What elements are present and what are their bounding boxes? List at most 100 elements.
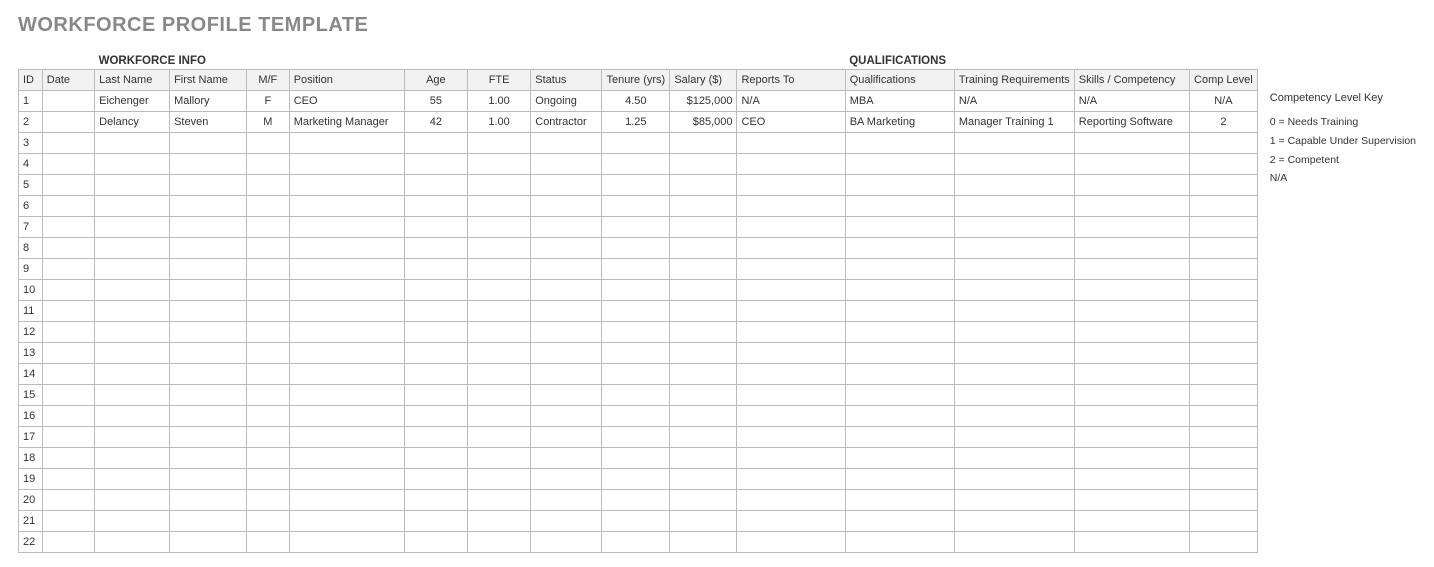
cell-first[interactable] — [170, 468, 247, 489]
cell-qual[interactable] — [845, 321, 954, 342]
cell-id[interactable]: 9 — [19, 258, 43, 279]
cell-age[interactable] — [404, 195, 467, 216]
cell-first[interactable] — [170, 279, 247, 300]
cell-age[interactable] — [404, 447, 467, 468]
cell-train[interactable] — [954, 405, 1074, 426]
cell-last[interactable] — [95, 510, 170, 531]
cell-train[interactable]: N/A — [954, 90, 1074, 111]
cell-fte[interactable] — [467, 426, 530, 447]
cell-last[interactable] — [95, 216, 170, 237]
cell-reports[interactable] — [737, 174, 845, 195]
cell-id[interactable]: 4 — [19, 153, 43, 174]
cell-comp[interactable] — [1189, 279, 1257, 300]
cell-first[interactable] — [170, 258, 247, 279]
cell-last[interactable] — [95, 321, 170, 342]
cell-last[interactable]: Delancy — [95, 111, 170, 132]
cell-salary[interactable] — [670, 237, 737, 258]
cell-train[interactable] — [954, 468, 1074, 489]
cell-salary[interactable] — [670, 195, 737, 216]
cell-last[interactable] — [95, 279, 170, 300]
cell-comp[interactable] — [1189, 132, 1257, 153]
cell-salary[interactable] — [670, 132, 737, 153]
cell-status[interactable] — [531, 300, 602, 321]
cell-qual[interactable] — [845, 300, 954, 321]
cell-status[interactable] — [531, 153, 602, 174]
cell-first[interactable] — [170, 384, 247, 405]
cell-salary[interactable] — [670, 510, 737, 531]
cell-skills[interactable] — [1074, 153, 1189, 174]
cell-reports[interactable]: CEO — [737, 111, 845, 132]
cell-comp[interactable] — [1189, 405, 1257, 426]
cell-age[interactable] — [404, 405, 467, 426]
cell-first[interactable]: Steven — [170, 111, 247, 132]
cell-id[interactable]: 14 — [19, 363, 43, 384]
cell-date[interactable] — [42, 468, 94, 489]
cell-mf[interactable] — [246, 447, 289, 468]
cell-tenure[interactable] — [602, 468, 670, 489]
cell-fte[interactable] — [467, 510, 530, 531]
cell-skills[interactable] — [1074, 405, 1189, 426]
cell-fte[interactable] — [467, 153, 530, 174]
cell-train[interactable]: Manager Training 1 — [954, 111, 1074, 132]
cell-first[interactable] — [170, 531, 247, 552]
cell-mf[interactable] — [246, 426, 289, 447]
cell-qual[interactable] — [845, 258, 954, 279]
cell-qual[interactable] — [845, 531, 954, 552]
cell-salary[interactable] — [670, 489, 737, 510]
cell-salary[interactable] — [670, 321, 737, 342]
cell-train[interactable] — [954, 153, 1074, 174]
cell-reports[interactable] — [737, 468, 845, 489]
cell-skills[interactable] — [1074, 363, 1189, 384]
cell-status[interactable]: Contractor — [531, 111, 602, 132]
cell-train[interactable] — [954, 489, 1074, 510]
cell-id[interactable]: 10 — [19, 279, 43, 300]
cell-comp[interactable] — [1189, 384, 1257, 405]
cell-status[interactable] — [531, 426, 602, 447]
cell-train[interactable] — [954, 216, 1074, 237]
cell-fte[interactable] — [467, 174, 530, 195]
cell-train[interactable] — [954, 132, 1074, 153]
cell-skills[interactable] — [1074, 489, 1189, 510]
cell-id[interactable]: 15 — [19, 384, 43, 405]
cell-salary[interactable] — [670, 531, 737, 552]
cell-comp[interactable] — [1189, 153, 1257, 174]
cell-skills[interactable] — [1074, 237, 1189, 258]
cell-date[interactable] — [42, 384, 94, 405]
cell-tenure[interactable] — [602, 489, 670, 510]
cell-salary[interactable] — [670, 447, 737, 468]
cell-comp[interactable] — [1189, 237, 1257, 258]
cell-reports[interactable] — [737, 132, 845, 153]
cell-comp[interactable] — [1189, 531, 1257, 552]
cell-skills[interactable] — [1074, 468, 1189, 489]
cell-age[interactable]: 55 — [404, 90, 467, 111]
cell-tenure[interactable] — [602, 384, 670, 405]
cell-reports[interactable] — [737, 510, 845, 531]
cell-age[interactable] — [404, 300, 467, 321]
cell-train[interactable] — [954, 174, 1074, 195]
cell-tenure[interactable] — [602, 237, 670, 258]
cell-qual[interactable] — [845, 195, 954, 216]
cell-pos[interactable] — [289, 363, 404, 384]
cell-date[interactable] — [42, 153, 94, 174]
cell-date[interactable] — [42, 426, 94, 447]
cell-mf[interactable] — [246, 237, 289, 258]
cell-comp[interactable] — [1189, 426, 1257, 447]
cell-first[interactable] — [170, 153, 247, 174]
cell-train[interactable] — [954, 510, 1074, 531]
cell-last[interactable] — [95, 405, 170, 426]
cell-last[interactable] — [95, 195, 170, 216]
cell-reports[interactable] — [737, 489, 845, 510]
cell-qual[interactable]: BA Marketing — [845, 111, 954, 132]
cell-pos[interactable] — [289, 258, 404, 279]
cell-age[interactable] — [404, 468, 467, 489]
cell-fte[interactable]: 1.00 — [467, 111, 530, 132]
cell-pos[interactable] — [289, 195, 404, 216]
cell-mf[interactable] — [246, 153, 289, 174]
cell-reports[interactable] — [737, 279, 845, 300]
cell-comp[interactable] — [1189, 342, 1257, 363]
cell-skills[interactable] — [1074, 174, 1189, 195]
cell-pos[interactable] — [289, 321, 404, 342]
cell-date[interactable] — [42, 510, 94, 531]
cell-age[interactable] — [404, 426, 467, 447]
cell-salary[interactable] — [670, 384, 737, 405]
